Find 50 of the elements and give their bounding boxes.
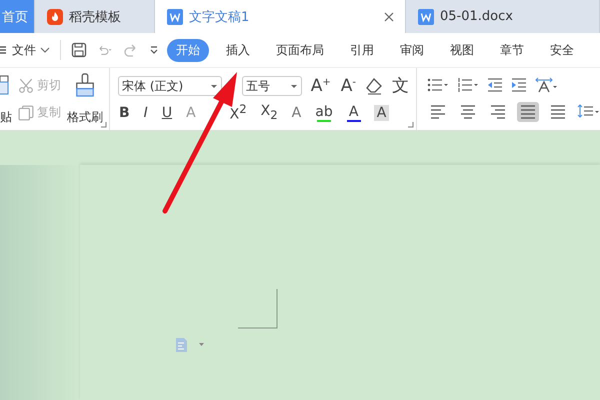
shrink-font-button[interactable]: A$^{-}$ [340, 78, 357, 95]
dialog-launcher-icon[interactable] [101, 122, 107, 128]
chevron-down-icon[interactable] [40, 45, 50, 55]
document-tab[interactable]: 05-01.docx [406, 0, 600, 33]
font-size-field[interactable]: 五号 [242, 76, 302, 96]
format-painter-button[interactable]: 格式刷 [67, 72, 103, 126]
ribbon-tab[interactable]: 安全 [541, 38, 583, 62]
document-tab[interactable]: 稻壳模板 [35, 0, 155, 33]
character-spacing-icon[interactable] [535, 76, 557, 92]
decrease-indent-icon[interactable] [487, 76, 503, 92]
ribbon-tab[interactable]: 章节 [491, 38, 533, 62]
phonetic-guide-button[interactable]: 文 [391, 78, 410, 95]
bullet-list-icon[interactable] [427, 76, 449, 92]
save-icon[interactable] [71, 42, 87, 58]
bold-button[interactable]: B [118, 106, 131, 120]
italic-button[interactable]: I [142, 106, 149, 120]
grow-font-button[interactable]: A$^{+}$ [310, 78, 332, 95]
scissors-icon [18, 78, 34, 94]
close-icon[interactable] [383, 10, 395, 22]
ribbon-tab[interactable]: 引用 [341, 38, 383, 62]
dialog-launcher-icon[interactable] [408, 122, 414, 128]
font-family-field[interactable]: 宋体 (正文) [118, 76, 222, 96]
effect-button[interactable]: A [290, 106, 302, 120]
color-button[interactable]: A [346, 104, 362, 122]
file-menu[interactable]: 文件 [12, 42, 36, 58]
increase-indent-icon[interactable] [511, 76, 527, 92]
paste-button[interactable]: 贴 [0, 109, 12, 126]
flame-icon [47, 8, 63, 24]
justify-align-button[interactable] [517, 102, 539, 122]
sub-button[interactable]: X$_{2}$ [260, 104, 279, 122]
document-w-icon [418, 8, 434, 24]
underline-button[interactable]: U [160, 106, 174, 120]
ribbon-tab[interactable]: 页面布局 [267, 38, 333, 62]
sup-button[interactable]: X$^{2}$ [228, 104, 248, 122]
document-tab[interactable]: 文字文稿1 [155, 0, 406, 33]
ribbon-tab[interactable]: 插入 [217, 38, 259, 62]
line-spacing-icon[interactable] [577, 104, 599, 120]
ribbon-tab[interactable]: 视图 [441, 38, 483, 62]
copy-icon [18, 104, 34, 120]
highlight-button[interactable]: ab [314, 104, 334, 122]
paintbrush-icon [74, 72, 96, 98]
eraser-icon[interactable] [365, 77, 383, 96]
customize-dropdown-icon[interactable] [149, 45, 159, 55]
document-w-icon [167, 8, 183, 24]
numbered-list-icon[interactable] [457, 76, 479, 92]
margin-corner-mark [238, 289, 278, 329]
ribbon-tab[interactable]: 审阅 [391, 38, 433, 62]
dropdown-arrow-icon [290, 82, 298, 90]
shade-button[interactable]: A [374, 105, 390, 122]
dropdown-arrow-icon [210, 82, 218, 90]
